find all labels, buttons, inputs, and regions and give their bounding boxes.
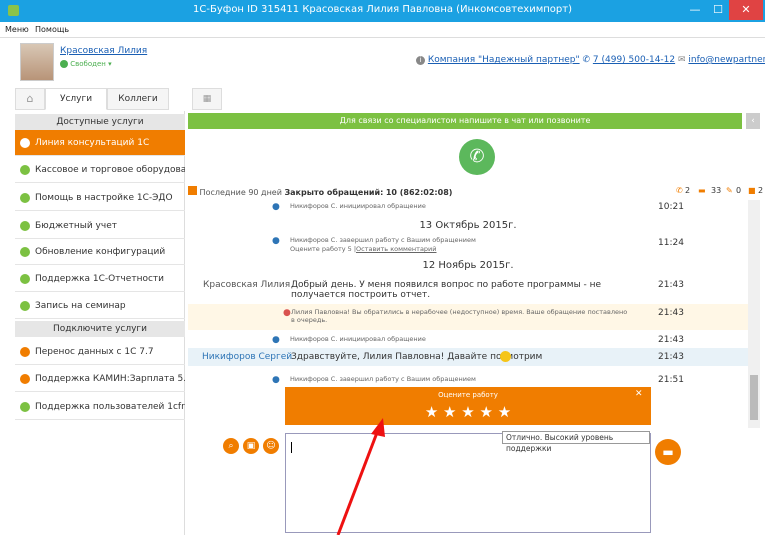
annotation-arrow [336, 418, 385, 535]
